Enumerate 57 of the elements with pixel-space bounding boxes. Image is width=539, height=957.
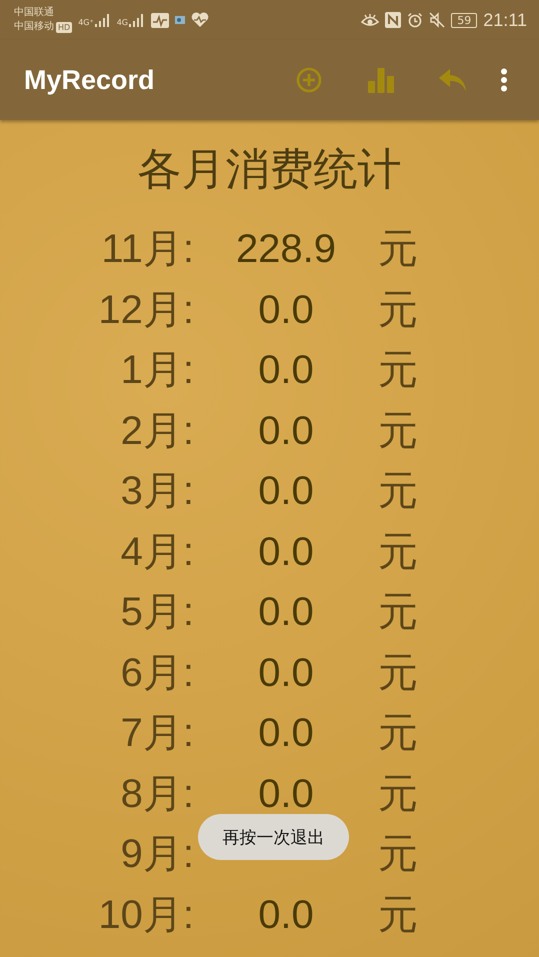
app-title: MyRecord xyxy=(24,64,156,96)
reply-arrow-icon xyxy=(439,68,467,92)
month-label: 2月: xyxy=(120,408,194,454)
currency-unit: 元 xyxy=(378,892,418,938)
currency-unit: 元 xyxy=(378,710,418,757)
network-label: 4G⁺ xyxy=(78,18,94,27)
amount-value: 0.0 xyxy=(258,710,314,757)
amount-value: 0.0 xyxy=(258,650,314,696)
amount-value: 0.0 xyxy=(258,286,314,334)
currency-unit: 元 xyxy=(378,347,418,394)
alarm-icon xyxy=(407,12,424,28)
month-label: 3月: xyxy=(120,468,194,515)
page-heading: 各月消费统计 xyxy=(136,143,402,197)
month-label: 6月: xyxy=(120,650,194,696)
hd-badge: HD xyxy=(56,22,72,32)
toast-message: 再按一次退出 xyxy=(198,814,349,860)
nfc-icon xyxy=(385,12,402,28)
amount-value: 228.9 xyxy=(236,226,336,273)
month-label: 4月: xyxy=(120,528,194,576)
month-label: 8月: xyxy=(120,770,194,818)
more-icon xyxy=(500,68,508,92)
amount-value: 0.0 xyxy=(258,528,314,576)
mute-icon xyxy=(429,12,446,28)
currency-unit: 元 xyxy=(378,528,418,576)
bar-chart-icon xyxy=(368,67,394,93)
month-label: 11月: xyxy=(101,226,194,273)
signal-icon xyxy=(94,13,111,27)
currency-unit: 元 xyxy=(378,286,418,334)
amount-value: 0.0 xyxy=(258,347,314,394)
amount-value: 0.0 xyxy=(258,408,314,454)
currency-unit: 元 xyxy=(378,831,418,878)
add-icon xyxy=(296,67,322,93)
network-label: 4G xyxy=(116,18,128,27)
month-label: 9月: xyxy=(120,831,194,878)
month-label: 5月: xyxy=(120,589,194,636)
month-label: 10月: xyxy=(98,892,194,938)
carrier-name: 中国联通 xyxy=(14,6,55,20)
signal-icon xyxy=(129,13,145,27)
month-label: 12月: xyxy=(98,286,194,334)
amount-value: 0.0 xyxy=(258,892,314,938)
activity-icon xyxy=(151,12,169,28)
currency-unit: 元 xyxy=(378,589,418,636)
eye-icon xyxy=(361,13,380,27)
currency-unit: 元 xyxy=(378,770,418,818)
heart-icon xyxy=(191,12,209,28)
amount-value: 0.0 xyxy=(258,589,314,636)
photo-icon xyxy=(175,16,185,24)
battery-level: 59 xyxy=(451,12,478,28)
month-label: 1月: xyxy=(120,347,194,394)
amount-value: 0.0 xyxy=(258,468,314,515)
month-label: 7月: xyxy=(120,710,194,757)
currency-unit: 元 xyxy=(378,468,418,515)
currency-unit: 元 xyxy=(378,408,418,454)
currency-unit: 元 xyxy=(378,650,418,696)
clock-time: 21:11 xyxy=(483,10,527,30)
currency-unit: 元 xyxy=(378,226,418,273)
carrier-name: 中国移动 xyxy=(14,20,54,34)
